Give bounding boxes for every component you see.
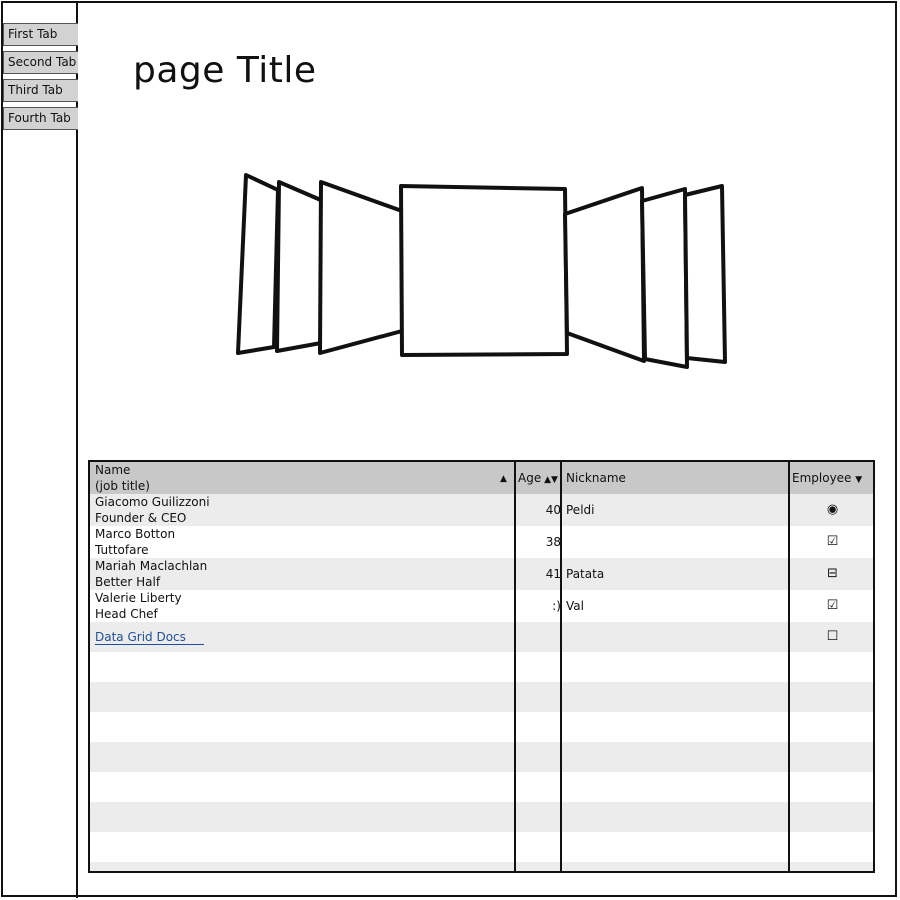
row-job-title: Better Half <box>95 575 161 589</box>
vertical-tabs-panel: First Tab Second Tab Third Tab Fourth Ta… <box>1 1 78 898</box>
row-nickname <box>566 526 786 558</box>
empty-row <box>90 832 873 862</box>
checkbox-indeterminate-icon[interactable]: ⊟ <box>827 558 838 590</box>
row-name: Valerie Liberty <box>95 591 182 605</box>
triangle-down-icon[interactable]: ▼ <box>855 475 862 485</box>
empty-row <box>90 712 873 742</box>
checkbox-unchecked-icon[interactable]: ☐ <box>827 622 839 652</box>
cover-flow-item-center <box>399 184 569 357</box>
row-name: Giacomo Guilizzoni <box>95 495 210 509</box>
table-row[interactable]: Marco Botton Tuttofare 38 ☑ <box>90 526 873 558</box>
data-grid[interactable]: Name (job title) ▲ Age ▲▼ Nickname Emplo… <box>88 460 875 873</box>
column-header-employee[interactable]: Employee ▼ <box>792 462 873 494</box>
empty-row <box>90 742 873 772</box>
cover-flow-item-right-3 <box>683 184 727 364</box>
row-age: 38 <box>545 535 561 549</box>
column-header-age[interactable]: Age ▲▼ <box>518 462 563 494</box>
empty-row <box>90 652 873 682</box>
triangle-up-icon[interactable]: ▲ <box>500 474 507 484</box>
column-divider <box>560 462 562 871</box>
column-header-name[interactable]: Name (job title) <box>95 462 505 494</box>
grid-header-row: Name (job title) ▲ Age ▲▼ Nickname Emplo… <box>90 462 873 494</box>
table-row[interactable]: Giacomo Guilizzoni Founder & CEO 40 Peld… <box>90 494 873 526</box>
row-nickname: Peldi <box>566 503 595 517</box>
sort-both-icon[interactable]: ▲▼ <box>541 475 558 485</box>
row-age: 40 <box>545 503 561 517</box>
row-age: 41 <box>545 567 561 581</box>
empty-row <box>90 802 873 832</box>
empty-row <box>90 772 873 802</box>
row-nickname: Patata <box>566 567 605 581</box>
cover-flow-carousel[interactable] <box>230 165 740 380</box>
cover-flow-item-left-2 <box>275 180 325 353</box>
row-job-title: Tuttofare <box>95 543 149 557</box>
table-row-link[interactable]: Data Grid Docs ☐ <box>90 622 873 652</box>
table-row[interactable]: Valerie Liberty Head Chef :) Val ☑ <box>90 590 873 622</box>
tab-second[interactable]: Second Tab <box>3 51 78 74</box>
tab-third[interactable]: Third Tab <box>3 79 78 102</box>
cover-flow-item-left-3 <box>236 173 280 355</box>
checkbox-checked-icon[interactable]: ☑ <box>827 590 839 622</box>
row-age: :) <box>552 599 561 613</box>
row-name: Mariah Maclachlan <box>95 559 208 573</box>
radio-selected-icon[interactable]: ◉ <box>827 494 838 526</box>
column-divider <box>788 462 790 871</box>
tab-first[interactable]: First Tab <box>3 23 78 46</box>
tab-fourth[interactable]: Fourth Tab <box>3 107 78 130</box>
row-job-title: Head Chef <box>95 607 158 621</box>
table-row[interactable]: Mariah Maclachlan Better Half 41 Patata … <box>90 558 873 590</box>
column-divider <box>514 462 516 871</box>
row-job-title: Founder & CEO <box>95 511 187 525</box>
column-header-nickname[interactable]: Nickname <box>566 462 786 494</box>
cover-flow-item-left-1 <box>318 180 404 355</box>
data-grid-docs-link[interactable]: Data Grid Docs <box>95 630 204 645</box>
row-name: Marco Botton <box>95 527 176 541</box>
checkbox-checked-icon[interactable]: ☑ <box>827 526 839 558</box>
page-title: page Title <box>133 50 317 91</box>
empty-row <box>90 862 873 871</box>
empty-row <box>90 682 873 712</box>
row-nickname: Val <box>566 599 584 613</box>
cover-flow-item-right-1 <box>563 186 646 363</box>
cover-flow-item-right-2 <box>640 187 689 369</box>
